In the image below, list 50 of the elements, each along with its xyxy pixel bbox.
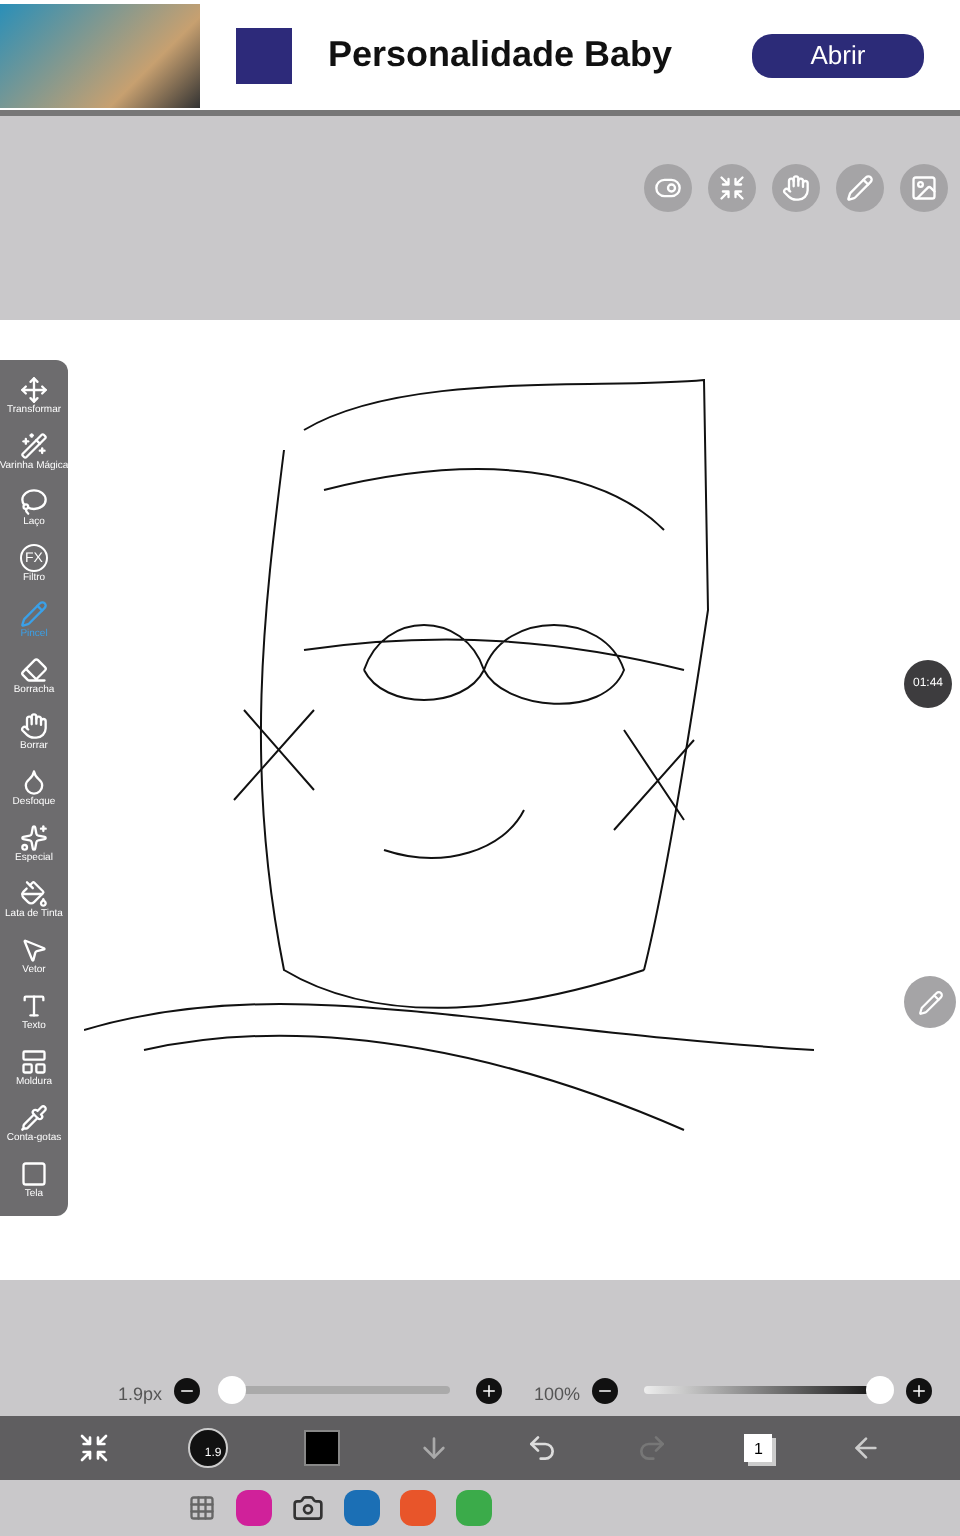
round-button[interactable]	[708, 164, 756, 212]
camera-icon[interactable]	[292, 1492, 324, 1524]
pointer-icon	[20, 936, 48, 964]
plus-button[interactable]	[475, 1378, 502, 1404]
app-icon[interactable]	[344, 1490, 380, 1526]
pencil-icon	[917, 989, 943, 1015]
plus-button[interactable]	[906, 1378, 932, 1404]
drop-icon	[20, 768, 48, 796]
app-icon[interactable]	[456, 1490, 492, 1526]
logo-icon	[236, 27, 292, 83]
magic-wand-icon	[20, 432, 48, 460]
minus-button[interactable]	[173, 1378, 200, 1404]
move-icon	[20, 376, 48, 404]
back-icon[interactable]	[849, 1432, 882, 1464]
lasso-icon	[20, 488, 48, 516]
round-button[interactable]	[772, 164, 820, 212]
hand-icon	[782, 174, 810, 202]
square-icon	[20, 1160, 48, 1188]
plus-icon	[910, 1382, 928, 1400]
color-swatch[interactable]	[304, 1430, 341, 1466]
paint-bucket-icon	[20, 880, 48, 908]
apps-icon[interactable]	[188, 1494, 216, 1522]
minus-button[interactable]	[592, 1378, 618, 1404]
sparkle-icon	[20, 824, 48, 852]
slider-thumb[interactable]	[866, 1376, 894, 1404]
pencil-button[interactable]	[904, 976, 956, 1028]
text-icon	[20, 992, 48, 1020]
slider-thumb[interactable]	[218, 1376, 247, 1404]
brush-icon	[20, 600, 48, 628]
pencil-icon	[846, 174, 874, 202]
round-button[interactable]	[644, 164, 692, 212]
app-icon[interactable]	[400, 1490, 436, 1526]
eyedropper-icon	[20, 1104, 48, 1132]
round-button[interactable]	[900, 164, 948, 212]
open-button[interactable]: Abrir	[752, 33, 924, 77]
arrows-icon	[718, 174, 746, 202]
round-button[interactable]	[836, 164, 884, 212]
toggle-icon	[654, 174, 682, 202]
app-icon[interactable]	[236, 1490, 272, 1526]
plus-icon	[479, 1382, 498, 1400]
image-icon	[910, 174, 938, 202]
frame-icon	[20, 1048, 48, 1076]
eraser-icon	[20, 656, 48, 684]
arrows-icon[interactable]	[78, 1432, 111, 1464]
opacity-reading: 100%	[533, 1384, 580, 1404]
layers-button[interactable]: 1	[744, 1434, 773, 1462]
ad-title: Personalidade Baby	[328, 34, 675, 76]
undo-icon[interactable]	[526, 1432, 559, 1464]
brush-size-reading: 1.9px	[117, 1384, 162, 1404]
smudge-icon	[20, 712, 48, 740]
